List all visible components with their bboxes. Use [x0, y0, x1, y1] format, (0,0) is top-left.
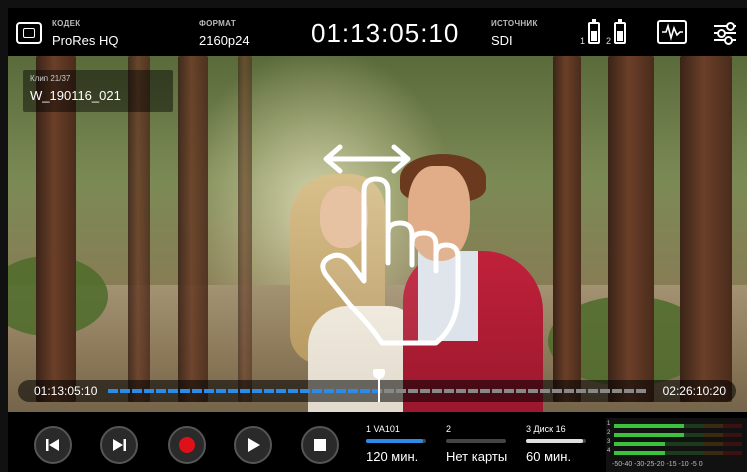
clip-info-panel: Клип 21/37 W_190116_021	[23, 70, 173, 112]
audio-channel-level	[614, 433, 685, 437]
codec-value[interactable]: ProRes HQ	[52, 33, 118, 48]
slot-2-value: Нет карты	[446, 449, 508, 464]
tree-trunk	[608, 56, 654, 402]
current-timecode: 01:13:05:10	[34, 384, 98, 398]
play-button[interactable]	[234, 426, 272, 464]
skip-forward-button[interactable]	[100, 426, 138, 464]
fullscreen-icon[interactable]	[16, 22, 42, 44]
audio-meters[interactable]: 1 2 3 4 -50-40 -30-25-20 -15 -10 -5 0	[606, 418, 747, 472]
clip-name: W_190116_021	[30, 88, 121, 103]
battery-1-number: 1	[580, 36, 586, 46]
audio-channel-level	[614, 442, 666, 446]
audio-channel-label: 1	[607, 421, 611, 427]
slot-3-capacity-fill	[526, 439, 583, 443]
source-value[interactable]: SDI	[491, 33, 513, 48]
slot-3-label: 3 Диск 16	[526, 424, 566, 434]
slot-2-label: 2	[446, 424, 452, 434]
stop-icon	[314, 439, 326, 451]
source-label: ИСТОЧНИК	[491, 19, 538, 28]
audio-channel-level	[614, 424, 685, 428]
slot-1-capacity-fill	[366, 439, 423, 443]
tree-trunk	[680, 56, 732, 402]
timeline-progress	[108, 389, 378, 393]
scrubber-bar[interactable]: 01:13:05:10 02:26:10:20	[18, 369, 736, 402]
camera-monitor-screen: КОДЕК ProRes HQ ФОРМАТ 2160p24 01:13:05:…	[0, 0, 747, 472]
codec-label: КОДЕК	[52, 19, 81, 28]
audio-meter-scale: -50-40 -30-25-20 -15 -10 -5 0	[612, 461, 703, 468]
format-label: ФОРМАТ	[199, 19, 237, 28]
tree-trunk	[238, 56, 252, 402]
clip-number: Клип 21/37	[30, 74, 71, 83]
audio-channel-label: 3	[607, 439, 611, 445]
waveform-icon[interactable]	[657, 20, 687, 44]
top-status-bar: КОДЕК ProRes HQ ФОРМАТ 2160p24 01:13:05:…	[8, 8, 747, 56]
record-button[interactable]	[168, 426, 206, 464]
tree-trunk	[178, 56, 208, 402]
record-icon	[179, 437, 195, 453]
slot-1-capacity-bar	[366, 439, 426, 443]
audio-channel-label: 4	[607, 448, 611, 454]
battery-2-number: 2	[606, 36, 612, 46]
tree-trunk	[553, 56, 581, 402]
skip-forward-icon	[113, 439, 126, 451]
battery-icon	[588, 19, 600, 44]
pinch-swipe-gesture-icon	[320, 144, 461, 346]
settings-sliders-icon[interactable]	[714, 22, 736, 45]
format-value[interactable]: 2160p24	[199, 33, 250, 48]
stop-button[interactable]	[301, 426, 339, 464]
transport-bar: 1 VA101 120 мин. 2 Нет карты 3 Диск 16 6…	[8, 412, 747, 472]
playhead-handle[interactable]	[373, 369, 385, 402]
battery-icon	[614, 19, 626, 44]
slot-1-value: 120 мин.	[366, 449, 419, 464]
audio-channel-level	[614, 451, 666, 455]
slot-1-label: 1 VA101	[366, 424, 400, 434]
duration-timecode: 02:26:10:20	[662, 384, 726, 398]
skip-back-icon	[46, 439, 59, 451]
timecode-display: 01:13:05:10	[311, 18, 460, 48]
slot-3-capacity-bar	[526, 439, 586, 443]
audio-channel-label: 2	[607, 430, 611, 436]
skip-back-button[interactable]	[34, 426, 72, 464]
slot-3-value: 60 мин.	[526, 449, 572, 464]
slot-2-capacity-bar	[446, 439, 506, 443]
play-icon	[248, 438, 260, 452]
